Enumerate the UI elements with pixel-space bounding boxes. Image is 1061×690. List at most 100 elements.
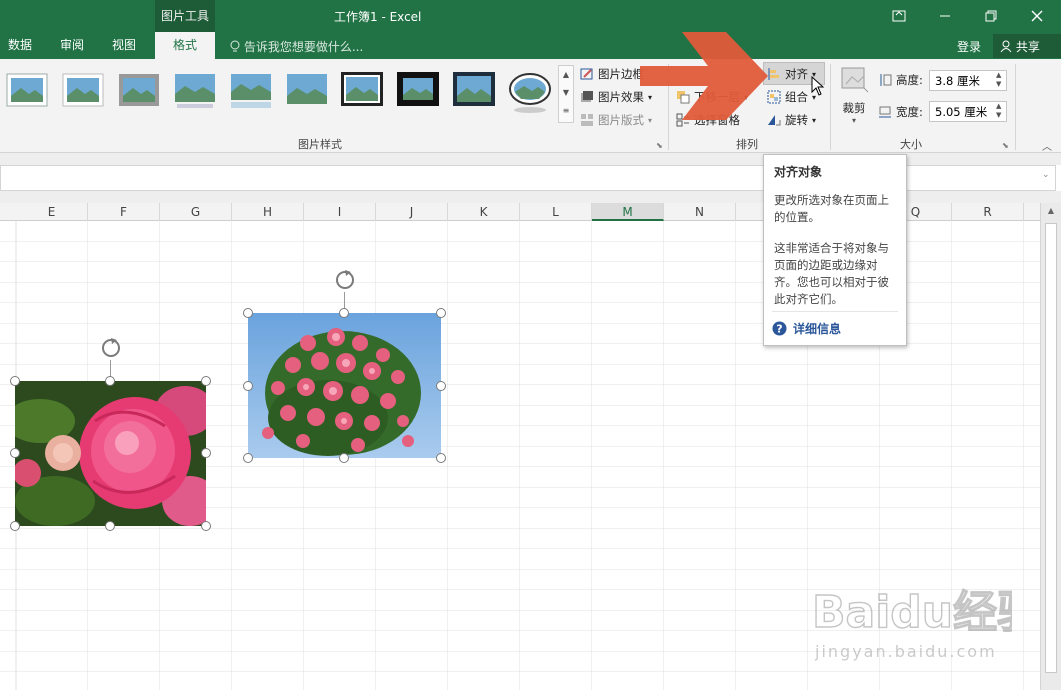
- column-header-e[interactable]: E: [16, 203, 88, 221]
- group-separator: [830, 64, 831, 150]
- resize-handle-sw[interactable]: [10, 521, 20, 531]
- crop-button[interactable]: 裁剪 ▾: [838, 66, 870, 126]
- picture-styles-gallery[interactable]: [4, 70, 564, 116]
- style-thumb-3[interactable]: [119, 74, 159, 106]
- column-header-r[interactable]: R: [952, 203, 1024, 221]
- gallery-up-icon[interactable]: ▲: [559, 66, 573, 84]
- resize-handle-w[interactable]: [10, 448, 20, 458]
- tell-me-text: 告诉我您想要做什么...: [243, 40, 364, 54]
- share-label: 共享: [1000, 38, 1040, 55]
- gallery-more-icon[interactable]: ≡: [559, 102, 573, 120]
- resize-handle-s[interactable]: [339, 453, 349, 463]
- layout-icon: [581, 114, 593, 126]
- column-header-l[interactable]: L: [520, 203, 592, 221]
- tooltip-title: 对齐对象: [774, 165, 823, 179]
- rotate-button[interactable]: 旋转 ▾: [767, 112, 816, 128]
- picture-styles-launcher-icon[interactable]: ⬊: [656, 141, 663, 150]
- column-header-h[interactable]: H: [232, 203, 304, 221]
- help-icon: ?: [772, 321, 787, 336]
- resize-handle-w[interactable]: [243, 381, 253, 391]
- tab-view[interactable]: 视图: [104, 32, 144, 59]
- expand-formula-bar-icon[interactable]: ⌄: [1042, 170, 1050, 180]
- height-spinner-icon[interactable]: ▲ ▼: [996, 71, 1001, 89]
- title-bar: 图片工具 工作簿1 - Excel: [0, 0, 1061, 32]
- rose-bush-picture[interactable]: [248, 313, 441, 458]
- scroll-thumb[interactable]: [1045, 223, 1057, 673]
- style-thumb-2[interactable]: [62, 73, 104, 107]
- resize-handle-se[interactable]: [436, 453, 446, 463]
- restore-icon: [985, 10, 997, 22]
- watermark-url: jingyan.baidu.com: [815, 642, 997, 661]
- align-button[interactable]: 对齐 ▾: [767, 66, 816, 82]
- style-thumb-1[interactable]: [6, 73, 48, 107]
- person-icon: [1000, 40, 1012, 53]
- minimize-button[interactable]: [922, 0, 968, 32]
- mouse-cursor-icon: [811, 76, 825, 96]
- lightbulb-icon: [230, 40, 240, 52]
- dropdown-caret-icon: ▾: [851, 116, 856, 125]
- resize-handle-nw[interactable]: [243, 308, 253, 318]
- restore-button[interactable]: [968, 0, 1014, 32]
- watermark-brand: Baidu经验: [812, 587, 1012, 637]
- camellia-picture[interactable]: [15, 381, 206, 526]
- column-header-m[interactable]: M: [592, 203, 664, 221]
- ribbon-tab-row: 数据 审阅 视图 格式 告诉我您想要做什么... 登录: [0, 32, 1061, 59]
- effects-icon: [581, 91, 593, 102]
- crop-icon: [841, 67, 869, 93]
- resize-handle-n[interactable]: [105, 376, 115, 386]
- gallery-scroll[interactable]: ▲ ▼ ≡: [558, 65, 574, 123]
- resize-handle-s[interactable]: [105, 521, 115, 531]
- tab-format[interactable]: 格式: [155, 32, 215, 59]
- tell-me-more-link[interactable]: ? 详细信息: [772, 311, 898, 337]
- tab-review[interactable]: 审阅: [52, 32, 92, 59]
- column-header-k[interactable]: K: [448, 203, 520, 221]
- style-thumb-7[interactable]: [341, 72, 383, 106]
- style-thumb-4[interactable]: [175, 74, 215, 108]
- scroll-up-icon[interactable]: ▲: [1041, 206, 1061, 215]
- minimize-icon: [940, 15, 950, 17]
- rotate-handle[interactable]: [99, 336, 123, 364]
- size-launcher-icon[interactable]: ⬊: [1002, 141, 1009, 150]
- resize-handle-ne[interactable]: [201, 376, 211, 386]
- resize-handle-e[interactable]: [201, 448, 211, 458]
- group-separator: [1015, 64, 1016, 150]
- tooltip-description-2: 这非常适合于将对象与页面的边距或边缘对齐。您也可以相对于彼此对齐它们。: [774, 241, 889, 306]
- column-header-g[interactable]: G: [160, 203, 232, 221]
- width-icon: [879, 106, 891, 118]
- size-group-label: 大小: [900, 138, 922, 151]
- collapse-ribbon-icon[interactable]: ︿: [1042, 138, 1052, 153]
- close-icon: [1031, 10, 1043, 22]
- column-header-f[interactable]: F: [88, 203, 160, 221]
- group-button[interactable]: 组合 ▾: [767, 89, 816, 105]
- style-thumb-6[interactable]: [287, 74, 327, 104]
- resize-handle-sw[interactable]: [243, 453, 253, 463]
- close-button[interactable]: [1014, 0, 1060, 32]
- align-objects-tooltip: 对齐对象 更改所选对象在页面上的位置。 这非常适合于将对象与页面的边距或边缘对齐…: [763, 154, 907, 346]
- width-spinner-icon[interactable]: ▲ ▼: [996, 102, 1001, 120]
- resize-handle-e[interactable]: [436, 381, 446, 391]
- picture-tools-context-label: 图片工具: [155, 0, 215, 32]
- style-thumb-5[interactable]: [231, 74, 271, 108]
- excel-window: 图片工具 工作簿1 - Excel 数据 审阅 视图 格式 告诉我您想要做什么.…: [0, 0, 1061, 690]
- svg-text:?: ?: [776, 323, 782, 336]
- gallery-down-icon[interactable]: ▼: [559, 84, 573, 102]
- resize-handle-n[interactable]: [339, 308, 349, 318]
- vertical-scrollbar[interactable]: ▲: [1040, 203, 1061, 690]
- column-header-j[interactable]: J: [376, 203, 448, 221]
- style-thumb-8[interactable]: [397, 72, 439, 106]
- style-thumb-9[interactable]: [453, 72, 495, 106]
- tab-data[interactable]: 数据: [0, 32, 40, 59]
- resize-handle-se[interactable]: [201, 521, 211, 531]
- column-header-i[interactable]: I: [304, 203, 376, 221]
- rotate-handle[interactable]: [333, 268, 357, 296]
- picture-styles-group-label: 图片样式: [298, 138, 342, 151]
- picture-border-button[interactable]: 图片边框: [580, 66, 644, 82]
- style-thumb-10[interactable]: [509, 73, 551, 113]
- arrange-group-label: 排列: [736, 138, 758, 151]
- resize-handle-nw[interactable]: [10, 376, 20, 386]
- resize-handle-ne[interactable]: [436, 308, 446, 318]
- column-header-n[interactable]: N: [664, 203, 736, 221]
- ribbon-display-options-button[interactable]: [876, 0, 922, 32]
- tell-me-search[interactable]: 告诉我您想要做什么...: [230, 38, 363, 55]
- sign-in-link[interactable]: 登录: [957, 38, 981, 55]
